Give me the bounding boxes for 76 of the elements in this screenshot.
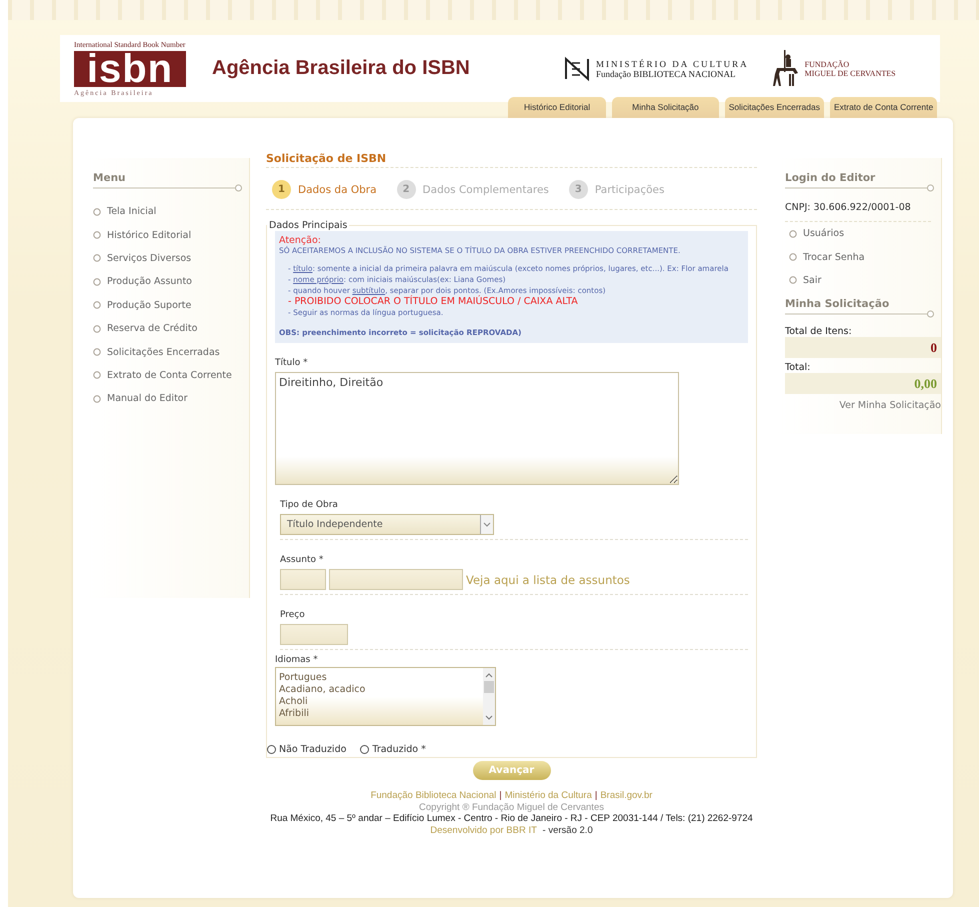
chevron-down-icon: [480, 515, 493, 534]
fieldset-legend: Dados Principais: [267, 220, 350, 231]
notice-rule: - PROIBIDO COLOCAR O TÍTULO EM MAIÚSCULO / CAIXA ALTA: [288, 296, 579, 307]
list-option[interactable]: Acadiano, acadico: [279, 684, 480, 696]
circle-bullet-icon: [789, 230, 797, 238]
circle-bullet-icon: [93, 254, 101, 262]
section-title: Menu: [93, 172, 127, 184]
translation-radio[interactable]: Traduzido *: [360, 744, 426, 755]
page-title: Solicitação de ISBN: [266, 152, 757, 168]
circle-bullet-icon: [789, 253, 797, 262]
nav-tab[interactable]: Minha Solicitação: [612, 97, 719, 118]
circle-bullet-icon: [93, 394, 101, 403]
address-text: Rua México, 45 – 5º andar – Edifício Lumex - Centro - Rio de Janeiro - RJ - CEP 20031-144 / Tels: (21) 2262-9724: [270, 813, 753, 824]
site-title: Agência Brasileira do ISBN: [212, 57, 471, 80]
separator: |: [594, 790, 598, 802]
circle-bullet-icon: [789, 276, 797, 284]
step-number: 1: [272, 180, 291, 199]
total-amount: 0,00: [785, 373, 941, 394]
field-label: Título *: [275, 358, 309, 368]
library-name: Fundação BIBLIOTECA NACIONAL: [596, 68, 736, 78]
list-option[interactable]: Afribili: [279, 708, 480, 720]
account-link[interactable]: Usuários: [803, 228, 844, 240]
menu-item[interactable]: Produção Suporte: [107, 300, 192, 311]
step-label[interactable]: Dados da Obra: [298, 184, 377, 196]
subject-name-field[interactable]: [329, 569, 463, 590]
foundation-name: FUNDAÇÃO: [804, 60, 850, 68]
items-count: 0: [785, 337, 941, 358]
step-number: 2: [396, 180, 416, 199]
version-text: - versão 2.0: [542, 824, 593, 836]
nav-tab[interactable]: Solicitações Encerradas: [724, 97, 824, 118]
notice-heading: Atenção:: [279, 235, 322, 246]
section-title: Login do Editor: [785, 172, 876, 184]
type-dropdown[interactable]: Título Independente: [280, 514, 494, 535]
translation-radio[interactable]: Não Traduzido: [267, 744, 346, 755]
cnpj-text: CNPJ: 30.606.922/0001-08: [785, 200, 931, 222]
field-label: Idiomas *: [275, 655, 319, 665]
price-field[interactable]: [280, 624, 348, 645]
menu-item[interactable]: Produção Assunto: [107, 276, 192, 288]
monogram-icon: [562, 54, 592, 82]
title-textarea[interactable]: Direitinho, Direitão: [275, 372, 679, 485]
isbn-logo: isbn: [74, 51, 186, 87]
menu-item[interactable]: Serviços Diversos: [107, 252, 192, 264]
step-number: 3: [568, 180, 588, 199]
nav-tab[interactable]: Extrato de Conta Corrente: [830, 97, 938, 118]
separator: |: [499, 790, 502, 802]
section-title: Minha Solicitação: [785, 298, 890, 310]
circle-bullet-icon: [93, 324, 101, 333]
circle-bullet-icon: [93, 208, 101, 216]
account-link[interactable]: Sair: [803, 274, 822, 286]
menu-item[interactable]: Histórico Editorial: [107, 230, 192, 241]
languages-listbox[interactable]: Portugues Acadiano, acadico Acholi Afribili: [275, 667, 496, 726]
view-request-link[interactable]: Ver Minha Solicitação: [785, 400, 941, 412]
scrollbar-drawing: [483, 668, 495, 725]
list-option[interactable]: Acholi: [279, 696, 480, 708]
nav-tab[interactable]: Histórico Editorial: [508, 97, 606, 118]
account-link[interactable]: Trocar Senha: [803, 252, 865, 263]
menu-item[interactable]: Reserva de Crédito: [107, 323, 198, 334]
ministry-name: MINISTÉRIO DA CULTURA: [596, 58, 749, 68]
menu-item[interactable]: Tela Inicial: [107, 206, 156, 218]
subject-code-field[interactable]: [280, 569, 326, 590]
foundation-name: MIGUEL DE CERVANTES: [804, 68, 896, 78]
circle-bullet-icon: [93, 301, 101, 310]
field-label: Tipo de Obra: [280, 500, 339, 510]
field-label: Preço: [280, 610, 306, 620]
menu-item[interactable]: Extrato de Conta Corrente: [107, 370, 232, 381]
circle-bullet-icon: [93, 371, 101, 380]
circle-bullet-icon: [93, 231, 101, 240]
menu-item[interactable]: Manual do Editor: [107, 393, 188, 404]
list-option[interactable]: Portugues: [279, 672, 480, 684]
circle-bullet-icon: [93, 278, 101, 286]
copyright-text: Copyright ® Fundação Miguel de Cervantes: [419, 802, 604, 813]
field-label: Assunto *: [280, 555, 324, 565]
total-label: Total:: [785, 362, 812, 374]
circle-bullet-icon: [93, 348, 101, 356]
menu-item[interactable]: Solicitações Encerradas: [107, 346, 220, 358]
total-label: Total de Itens:: [785, 326, 853, 338]
